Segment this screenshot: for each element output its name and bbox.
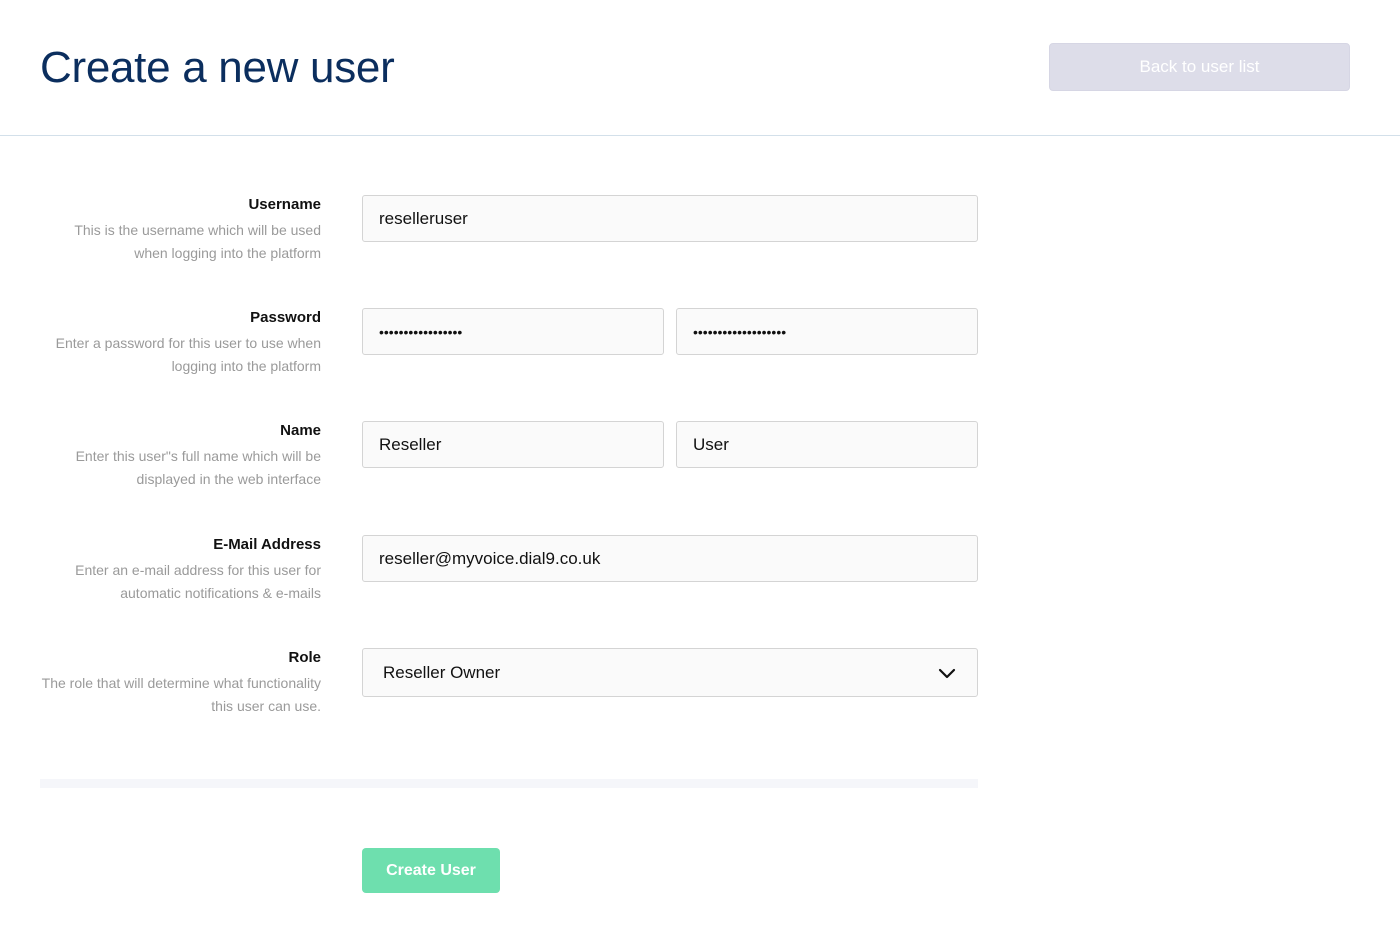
password-description: Enter a password for this user to use wh… [55, 335, 321, 374]
name-description: Enter this user"s full name which will b… [75, 448, 321, 487]
page-header: Create a new user Back to user list [0, 0, 1400, 136]
password-label: Password [250, 309, 321, 326]
name-label: Name [280, 422, 321, 439]
name-label-group: Name Enter this user"s full name which w… [40, 421, 321, 491]
back-to-user-list-button[interactable]: Back to user list [1049, 43, 1350, 91]
email-label-group: E-Mail Address Enter an e-mail address f… [40, 535, 321, 605]
role-label: Role [288, 649, 321, 666]
password-label-group: Password Enter a password for this user … [40, 308, 321, 378]
role-selected-value: Reseller Owner [383, 662, 501, 682]
username-row: Username This is the username which will… [0, 195, 1400, 305]
password-confirm-input[interactable]: ••••••••••••••••••• [676, 308, 978, 355]
form-divider [40, 779, 978, 788]
role-label-group: Role The role that will determine what f… [40, 648, 321, 718]
username-description: This is the username which will be used … [74, 222, 321, 261]
chevron-down-icon[interactable] [937, 663, 957, 683]
email-input[interactable]: reseller@myvoice.dial9.co.uk [362, 535, 978, 582]
email-row: E-Mail Address Enter an e-mail address f… [0, 535, 1400, 645]
create-user-button[interactable]: Create User [362, 848, 500, 893]
role-description: The role that will determine what functi… [41, 675, 321, 714]
username-label: Username [248, 196, 321, 213]
page-title: Create a new user [40, 43, 395, 92]
username-input[interactable]: reselleruser [362, 195, 978, 242]
name-row: Name Enter this user"s full name which w… [0, 421, 1400, 531]
password-input[interactable]: ••••••••••••••••• [362, 308, 664, 355]
password-row: Password Enter a password for this user … [0, 308, 1400, 418]
last-name-input[interactable]: User [676, 421, 978, 468]
email-label: E-Mail Address [213, 536, 321, 553]
role-select[interactable]: Reseller Owner [362, 648, 978, 697]
first-name-input[interactable]: Reseller [362, 421, 664, 468]
username-label-group: Username This is the username which will… [40, 195, 321, 265]
email-description: Enter an e-mail address for this user fo… [75, 562, 321, 601]
role-row: Role The role that will determine what f… [0, 648, 1400, 758]
